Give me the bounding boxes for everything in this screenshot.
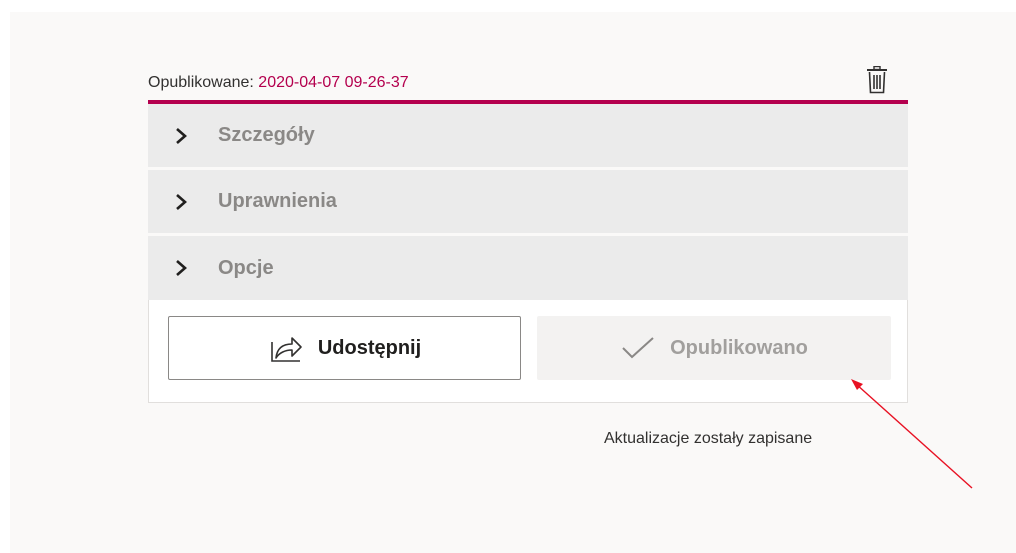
action-bar: Udostępnij Opublikowano	[148, 300, 908, 403]
card-header: Opublikowane: 2020-04-07 09-26-37	[148, 60, 908, 104]
published-label: Opublikowane:	[148, 74, 259, 91]
status-message: Aktualizacje zostały zapisane	[604, 430, 813, 447]
published-button-label: Opublikowano	[670, 336, 808, 359]
checkmark-icon	[622, 337, 654, 359]
accordion-item-details[interactable]: Szczegóły	[148, 104, 908, 170]
accordion-item-permissions[interactable]: Uprawnienia	[148, 170, 908, 236]
share-button[interactable]: Udostępnij	[168, 316, 521, 380]
chevron-right-icon	[174, 193, 188, 210]
published-info: Opublikowane: 2020-04-07 09-26-37	[148, 74, 409, 92]
accordion-item-options[interactable]: Opcje	[148, 236, 908, 300]
chevron-right-icon	[174, 127, 188, 144]
published-button[interactable]: Opublikowano	[537, 316, 891, 380]
chevron-right-icon	[174, 260, 188, 276]
accordion-label-permissions: Uprawnienia	[218, 190, 337, 212]
share-icon	[271, 337, 302, 362]
share-label: Udostępnij	[317, 336, 422, 359]
publish-card: Opublikowane: 2020-04-07 09-26-37 Szczeg…	[148, 60, 908, 403]
published-date: 2020-04-07 09-26-37	[258, 74, 409, 91]
trash-icon[interactable]	[866, 65, 888, 94]
accordion-label-details: Szczegóły	[218, 124, 315, 146]
accordion: Szczegóły Uprawnienia Opcje	[148, 104, 908, 300]
accordion-label-options: Opcje	[218, 256, 274, 279]
